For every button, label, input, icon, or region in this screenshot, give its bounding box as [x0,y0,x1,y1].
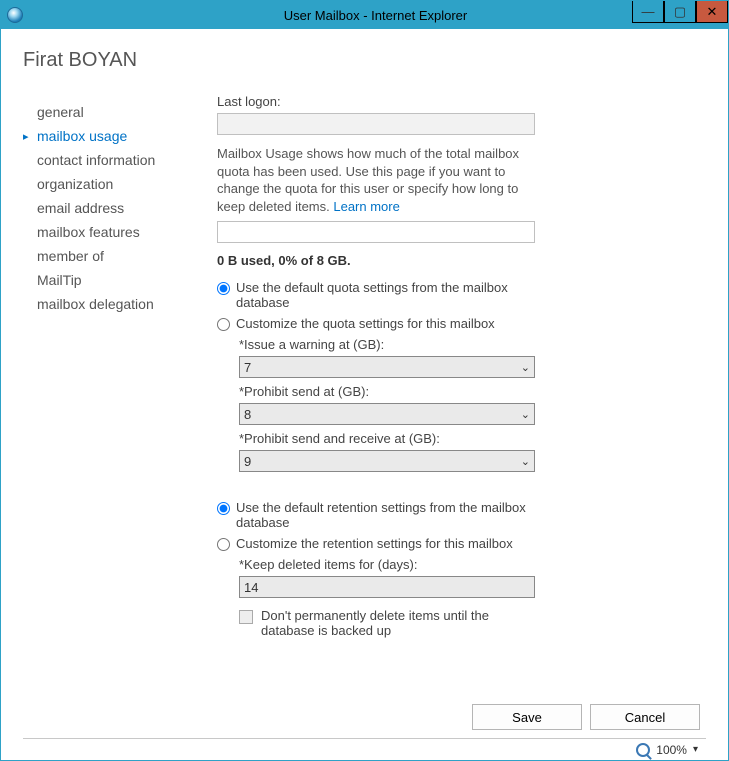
usage-description: Mailbox Usage shows how much of the tota… [217,145,547,215]
retention-default-label: Use the default retention settings from … [236,500,537,530]
sidebar-item-mailtip[interactable]: MailTip [23,268,193,292]
quota-custom-label: Customize the quota settings for this ma… [236,316,495,331]
sidebar-item-mailbox-features[interactable]: mailbox features [23,220,193,244]
prohibit-send-dropdown[interactable]: 8 ⌄ [239,403,535,425]
prohibit-sr-value: 9 [244,454,251,469]
cancel-button[interactable]: Cancel [590,704,700,730]
chevron-down-icon: ⌄ [521,455,530,468]
prohibit-sr-label: *Prohibit send and receive at (GB): [239,431,696,446]
chevron-down-icon: ⌄ [521,408,530,421]
dont-delete-label: Don't permanently delete items until the… [261,608,539,638]
sidebar-item-general[interactable]: general [23,100,193,124]
sidebar-item-mailbox-usage[interactable]: mailbox usage [23,124,193,148]
sidebar-item-organization[interactable]: organization [23,172,193,196]
warning-dropdown[interactable]: 7 ⌄ [239,356,535,378]
keep-label: *Keep deleted items for (days): [239,557,696,572]
prohibit-send-label: *Prohibit send at (GB): [239,384,696,399]
quota-custom-radio[interactable] [217,318,230,331]
retention-default-radio[interactable] [217,502,230,515]
quota-default-radio[interactable] [217,282,230,295]
dont-delete-checkbox[interactable] [239,610,253,624]
retention-custom-label: Customize the retention settings for thi… [236,536,513,551]
usage-summary: 0 B used, 0% of 8 GB. [217,253,696,268]
statusbar: 100% ▾ [23,738,706,760]
window-title: User Mailbox - Internet Explorer [23,8,728,23]
quota-default-label: Use the default quota settings from the … [236,280,537,310]
sidebar-item-email-address[interactable]: email address [23,196,193,220]
last-logon-label: Last logon: [217,94,696,109]
zoom-value: 100% [656,743,687,757]
save-button[interactable]: Save [472,704,582,730]
usage-search-input[interactable] [217,221,535,243]
zoom-icon[interactable] [636,743,650,757]
warning-label: *Issue a warning at (GB): [239,337,696,352]
ie-icon [7,7,23,23]
close-button[interactable]: ✕ [696,1,728,23]
quota-default-radio-row[interactable]: Use the default quota settings from the … [217,280,537,310]
dont-delete-checkbox-row[interactable]: Don't permanently delete items until the… [239,608,539,638]
learn-more-link[interactable]: Learn more [333,199,399,214]
quota-custom-radio-row[interactable]: Customize the quota settings for this ma… [217,316,537,331]
keep-value-input[interactable]: 14 [239,576,535,598]
retention-custom-radio[interactable] [217,538,230,551]
chevron-down-icon: ⌄ [521,361,530,374]
last-logon-value [217,113,535,135]
retention-custom-radio-row[interactable]: Customize the retention settings for thi… [217,536,537,551]
sidebar: general mailbox usage contact informatio… [23,94,193,694]
sidebar-item-mailbox-delegation[interactable]: mailbox delegation [23,292,193,316]
maximize-button[interactable]: ▢ [664,1,696,23]
page-title: Firat BOYAN [23,49,706,72]
titlebar: User Mailbox - Internet Explorer — ▢ ✕ [1,1,728,29]
retention-default-radio-row[interactable]: Use the default retention settings from … [217,500,537,530]
sidebar-item-contact-information[interactable]: contact information [23,148,193,172]
zoom-dropdown-icon[interactable]: ▾ [693,744,698,755]
sidebar-item-member-of[interactable]: member of [23,244,193,268]
warning-value: 7 [244,360,251,375]
prohibit-send-value: 8 [244,407,251,422]
minimize-button[interactable]: — [632,1,664,23]
prohibit-sr-dropdown[interactable]: 9 ⌄ [239,450,535,472]
